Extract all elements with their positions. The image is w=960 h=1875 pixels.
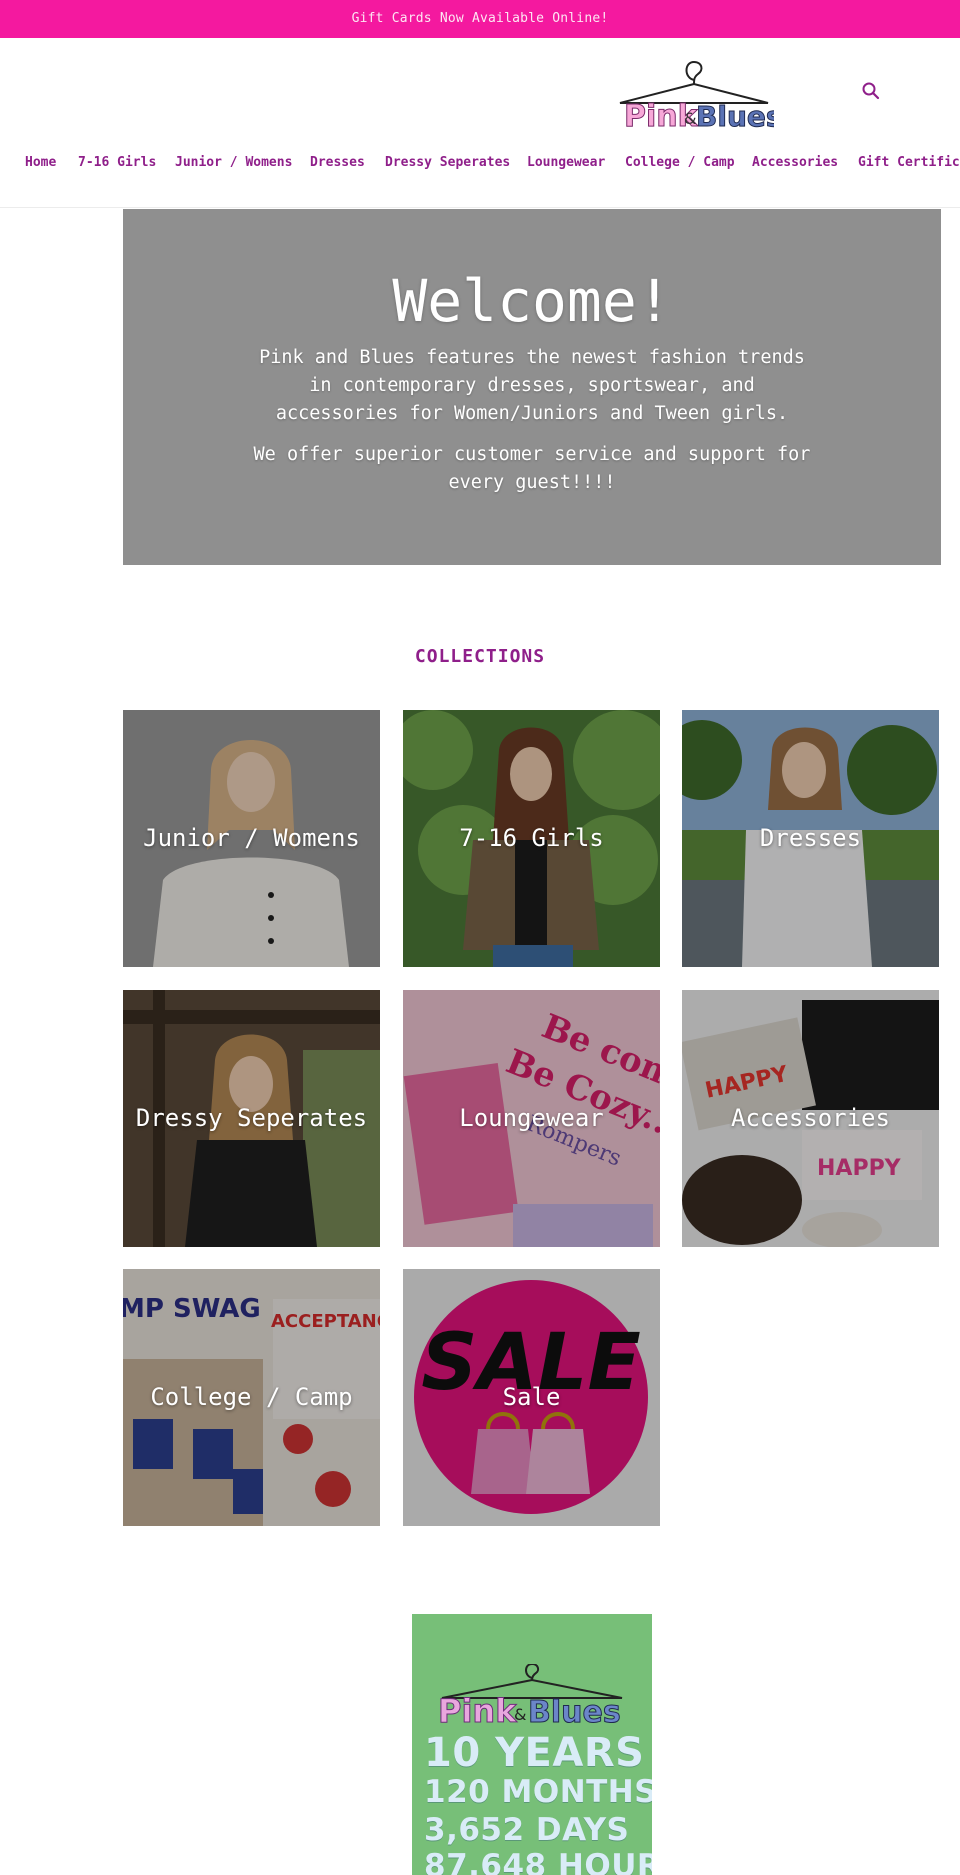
collection-tile-junior-womens[interactable]: Junior / Womens (123, 710, 380, 967)
collection-label: 7-16 Girls (459, 824, 604, 852)
promo-line-hours: 87,648 HOURS (424, 1848, 652, 1875)
collection-tile-college-camp[interactable]: MP SWAG ACCEPTANCE SW College / Camp (123, 1269, 380, 1526)
welcome-hero: Welcome! Pink and Blues features the new… (123, 209, 941, 565)
main-nav: Home 7-16 Girls Junior / Womens Dresses … (0, 151, 960, 175)
collection-tile-dressy-seperates[interactable]: Dressy Seperates (123, 990, 380, 1247)
collection-tile-loungewear[interactable]: Be comfy.. Be Cozy.. Rompers Loungewear (403, 990, 660, 1247)
svg-text:Blues: Blues (528, 1695, 621, 1724)
collection-tile-sale[interactable]: SALE Sale (403, 1269, 660, 1526)
nav-item-college-camp[interactable]: College / Camp (625, 151, 735, 175)
collection-tile-dresses[interactable]: Dresses (682, 710, 939, 967)
svg-text:&: & (514, 1705, 526, 1724)
hero-service-text: We offer superior customer service and s… (253, 444, 811, 493)
search-icon[interactable] (860, 80, 882, 102)
svg-text:Pink: Pink (438, 1692, 517, 1724)
collections-heading: COLLECTIONS (414, 646, 546, 667)
site-logo[interactable]: Pink & Blues (614, 58, 774, 136)
site-header: Pink & Blues Home 7-16 Girls Junior / Wo… (0, 38, 960, 208)
promo-line-months: 120 MONTHS (424, 1774, 652, 1810)
nav-item-accessories[interactable]: Accessories (752, 151, 838, 175)
collection-label: Junior / Womens (143, 824, 360, 852)
promo-logo: Pink & Blues (438, 1664, 623, 1724)
announcement-text: Gift Cards Now Available Online! (351, 11, 609, 26)
collection-label: Dressy Seperates (135, 1104, 368, 1132)
hero-description: Pink and Blues features the newest fashi… (259, 347, 805, 424)
nav-item-home[interactable]: Home (25, 151, 56, 175)
anniversary-promo-image: Pink & Blues 10 YEARS 120 MONTHS 3,652 D… (412, 1614, 652, 1875)
svg-text:&: & (684, 109, 696, 128)
collection-tile-accessories[interactable]: HAPPY HAPPY Accessories (682, 990, 939, 1247)
collection-label: College / Camp (150, 1383, 353, 1411)
collection-tile-7-16-girls[interactable]: 7-16 Girls (403, 710, 660, 967)
promo-line-years: 10 YEARS (424, 1730, 645, 1776)
nav-item-dressy-seperates[interactable]: Dressy Seperates (385, 151, 510, 175)
collection-label: Accessories (731, 1104, 890, 1132)
collection-label: Dresses (759, 824, 862, 852)
nav-item-7-16-girls[interactable]: 7-16 Girls (78, 151, 156, 175)
nav-item-dresses[interactable]: Dresses (310, 151, 365, 175)
nav-item-loungewear[interactable]: Loungewear (527, 151, 605, 175)
promo-line-days: 3,652 DAYS (424, 1812, 630, 1848)
svg-text:Blues: Blues (696, 100, 774, 133)
hero-title: Welcome! (392, 267, 672, 335)
nav-item-gift-certificates[interactable]: Gift Certifica (858, 151, 960, 175)
announcement-bar[interactable]: Gift Cards Now Available Online! (0, 0, 960, 38)
nav-item-junior-womens[interactable]: Junior / Womens (175, 151, 292, 175)
collection-label: Sale (502, 1383, 561, 1411)
collection-label: Loungewear (459, 1104, 604, 1132)
